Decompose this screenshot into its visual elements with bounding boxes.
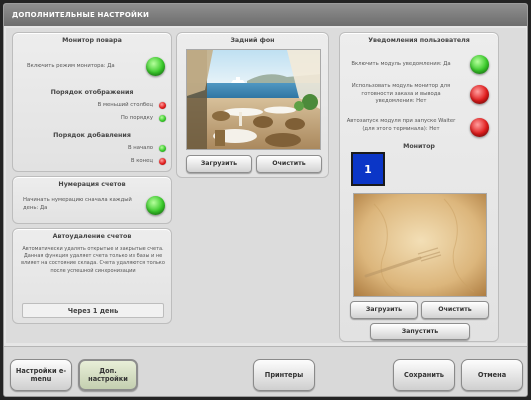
background-load-button[interactable]: Загрузить: [186, 155, 252, 173]
cook-monitor-panel: Монитор повара Включить режим монитора: …: [12, 32, 172, 172]
printers-button[interactable]: Принтеры: [253, 359, 315, 391]
auto-delete-description: Автоматически удалять открытые и закрыты…: [21, 246, 165, 274]
parchment-cutlery-image: [354, 194, 486, 296]
display-order-option-toggle[interactable]: [159, 102, 166, 109]
background-header: Задний фон: [230, 37, 275, 44]
cook-monitor-header: Монитор повара: [62, 37, 122, 44]
bottom-toolbar: Настройки e-menu Доп. настройки Принтеры…: [4, 346, 527, 396]
monitor-background-load-button[interactable]: Загрузить: [350, 301, 418, 319]
background-clear-button[interactable]: Очистить: [256, 155, 322, 173]
save-button[interactable]: Сохранить: [393, 359, 455, 391]
launch-module-button[interactable]: Запустить: [370, 323, 470, 340]
bill-numbering-label: Начинать нумерацию сначала каждый день: …: [23, 197, 132, 211]
notification-option-toggle[interactable]: [470, 118, 489, 137]
restaurant-terrace-image: [187, 50, 320, 149]
background-preview-image: [186, 49, 321, 150]
display-order-option-toggle[interactable]: [159, 115, 166, 122]
display-order-option-label: По порядку: [120, 115, 153, 121]
bill-numbering-panel: Нумерация счетов Начинать нумерацию снач…: [12, 176, 172, 224]
monitor-background-clear-button[interactable]: Очистить: [421, 301, 489, 319]
notification-option-label: Использовать модуль монитор для готовнос…: [351, 83, 451, 104]
add-order-option-label: В конец: [130, 158, 153, 164]
notification-option-label: Включить модуль уведомления: Да: [351, 61, 451, 67]
monitor-mode-label: Включить режим монитора: Да: [27, 63, 115, 69]
auto-delete-panel: Автоудаление счетов Автоматически удалят…: [12, 228, 172, 324]
notifications-panel: Уведомления пользователя Включить модуль…: [339, 32, 499, 342]
notification-option-label: Автозапуск модуля при запуске Waiter (дл…: [346, 118, 456, 132]
cancel-button[interactable]: Отмена: [461, 359, 523, 391]
add-order-header: Порядок добавления: [53, 132, 131, 139]
bill-numbering-toggle[interactable]: [146, 196, 165, 215]
add-order-option-label: В начало: [127, 145, 153, 151]
monitor-background-image: [353, 193, 487, 297]
auto-delete-period[interactable]: Через 1 день: [22, 303, 164, 318]
bill-numbering-header: Нумерация счетов: [58, 181, 126, 188]
display-order-header: Порядок отображения: [50, 89, 134, 96]
notifications-header: Уведомления пользователя: [368, 37, 470, 44]
notification-option-toggle[interactable]: [470, 55, 489, 74]
monitor-header: Монитор: [403, 143, 435, 150]
settings-window: ДОПОЛНИТЕЛЬНЫЕ НАСТРОЙКИ Монитор повара …: [3, 3, 528, 397]
monitor-mode-toggle[interactable]: [146, 57, 165, 76]
add-order-option-toggle[interactable]: [159, 145, 166, 152]
add-order-option-toggle[interactable]: [159, 158, 166, 165]
window-title: ДОПОЛНИТЕЛЬНЫЕ НАСТРОЙКИ: [4, 4, 527, 26]
display-order-option-label: В меньший столбец: [97, 102, 153, 108]
emenu-settings-button[interactable]: Настройки e-menu: [10, 359, 72, 391]
monitor-number-badge[interactable]: 1: [351, 152, 385, 186]
settings-content: Монитор повара Включить режим монитора: …: [6, 28, 526, 343]
auto-delete-header: Автоудаление счетов: [52, 233, 132, 240]
extra-settings-button[interactable]: Доп. настройки: [78, 359, 138, 391]
notification-option-toggle[interactable]: [470, 85, 489, 104]
background-panel: Задний фон Загрузить Очистить: [176, 32, 329, 178]
